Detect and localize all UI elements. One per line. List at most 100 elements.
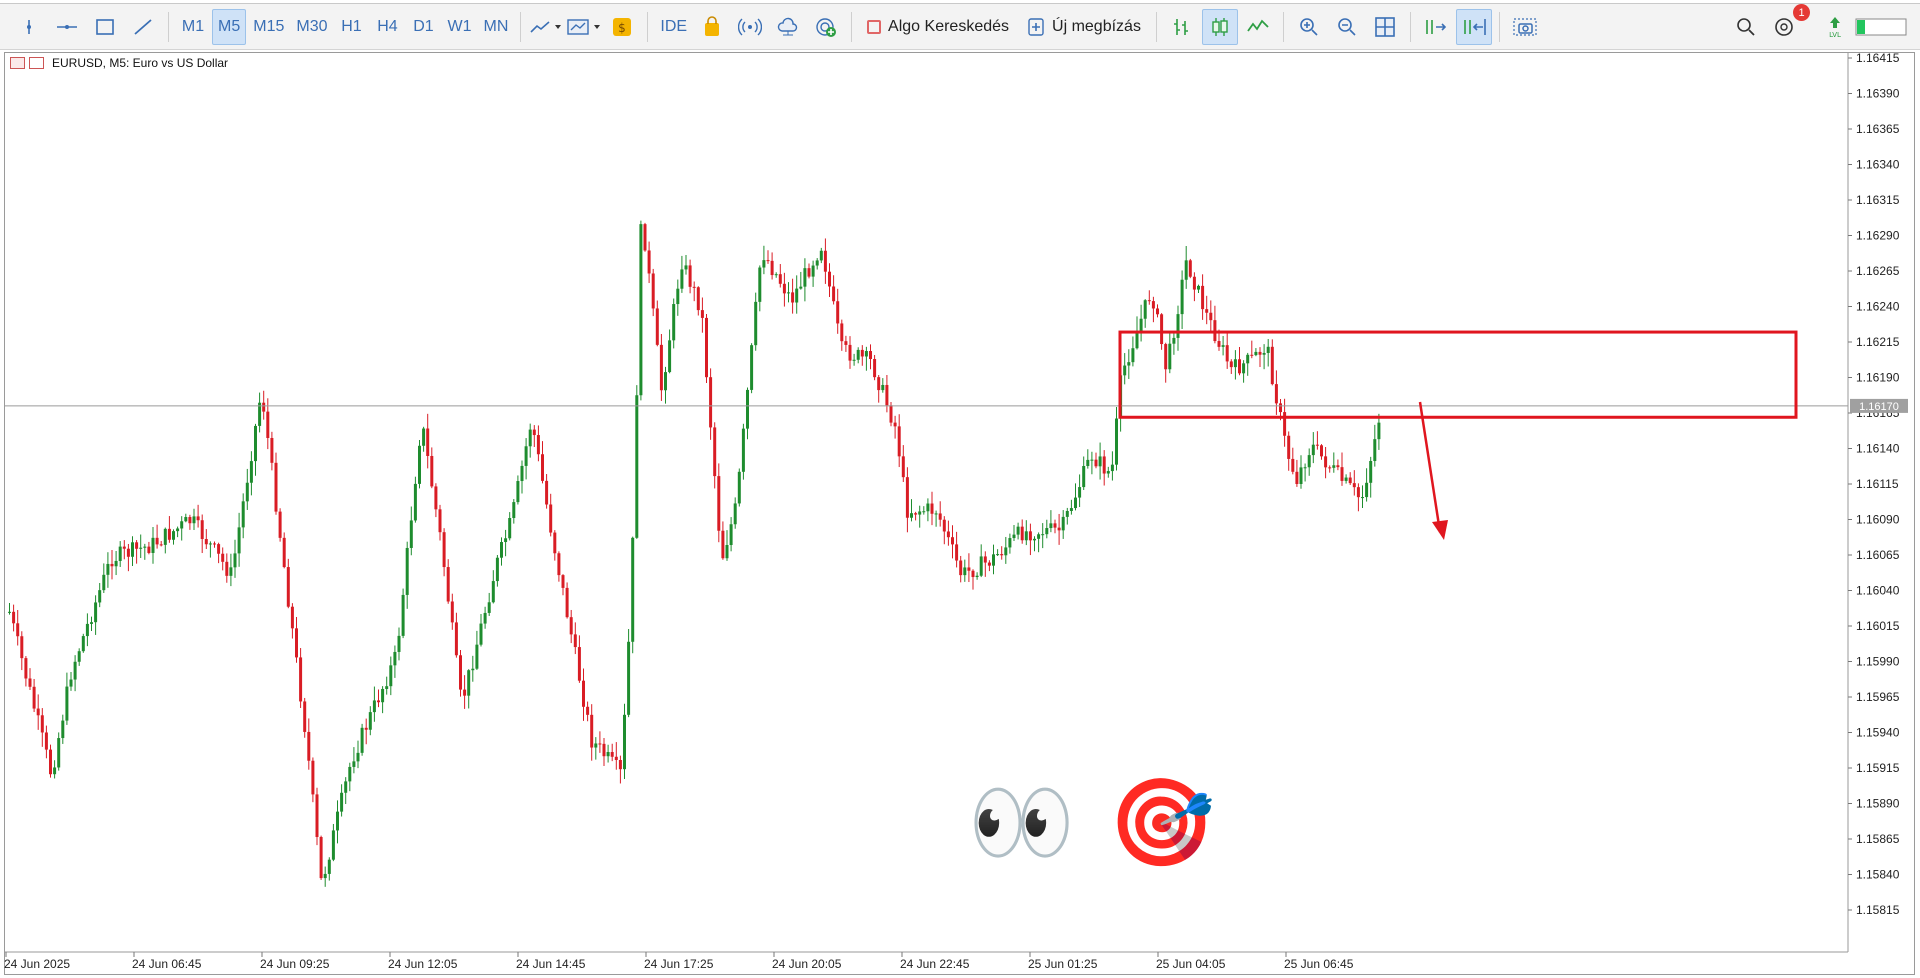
bear-candle: [590, 714, 594, 748]
bull-candle: [1299, 467, 1303, 484]
bear-candle: [971, 570, 975, 578]
bull-candle: [143, 546, 147, 548]
bear-candle: [16, 623, 20, 637]
bull-candle: [1184, 260, 1188, 280]
down-arrow-annotation[interactable]: [1418, 401, 1448, 540]
bear-candle: [860, 349, 864, 357]
bull-candle: [180, 521, 184, 529]
bull-candle: [729, 524, 733, 546]
bear-candle: [987, 562, 991, 566]
resistance-zone-rectangle[interactable]: [1118, 330, 1798, 419]
bear-candle: [213, 543, 216, 545]
bear-candle: [434, 486, 438, 510]
bear-candle: [885, 384, 889, 406]
bear-candle: [983, 556, 987, 563]
bear-candle: [204, 539, 208, 545]
bull-candle: [1065, 510, 1069, 517]
bull-candle: [192, 516, 196, 524]
bull-candle: [676, 288, 680, 305]
bull-candle: [799, 286, 803, 289]
bull-candle: [340, 792, 344, 812]
bear-candle: [217, 544, 221, 554]
bear-candle: [295, 628, 298, 658]
bear-candle: [692, 286, 696, 288]
price-tick-label: 1.16215: [1856, 335, 1900, 349]
bear-candle: [1328, 467, 1332, 469]
bull-candle: [1361, 497, 1364, 499]
bear-candle: [282, 537, 286, 568]
bull-candle: [520, 465, 524, 482]
bull-candle: [389, 665, 393, 687]
bull-candle: [172, 531, 175, 540]
bear-candle: [1156, 308, 1159, 315]
bull-candle: [90, 622, 93, 624]
bull-candle: [467, 670, 471, 696]
bull-candle: [926, 503, 930, 512]
bull-candle: [725, 545, 729, 559]
bull-candle: [249, 461, 253, 483]
bear-candle: [582, 680, 585, 707]
bull-candle: [979, 556, 983, 576]
bear-candle: [823, 250, 827, 272]
bear-candle: [643, 224, 647, 251]
bear-candle: [659, 344, 663, 391]
bull-candle: [627, 641, 631, 715]
bull-candle: [77, 651, 81, 662]
bear-candle: [647, 250, 651, 274]
price-tick-label: 1.16090: [1856, 513, 1900, 527]
bear-candle: [1324, 456, 1328, 468]
bull-candle: [1307, 455, 1311, 468]
bear-candle: [364, 727, 368, 730]
bull-candle: [1168, 343, 1172, 370]
bull-candle: [774, 274, 778, 276]
bear-candle: [1057, 527, 1061, 531]
bull-candle: [639, 224, 643, 396]
bear-candle: [155, 537, 159, 545]
bull-candle: [1012, 534, 1016, 539]
bull-candle: [65, 686, 69, 721]
bull-candle: [1369, 460, 1373, 483]
price-tick-label: 1.16240: [1856, 300, 1900, 314]
bear-candle: [20, 636, 24, 659]
bear-candle: [40, 715, 44, 733]
bear-candle: [721, 530, 725, 559]
price-tick-label: 1.16065: [1856, 548, 1900, 562]
bear-candle: [1205, 309, 1209, 313]
bear-candle: [1188, 260, 1192, 277]
chart-properties-icon: [29, 57, 44, 69]
bear-candle: [1352, 483, 1356, 488]
bull-candle: [487, 602, 491, 613]
bear-candle: [1340, 467, 1344, 481]
bull-candle: [491, 581, 495, 603]
bull-candle: [208, 543, 212, 545]
bull-candle: [184, 517, 188, 522]
bear-candle: [1229, 361, 1233, 368]
bull-candle: [1041, 534, 1045, 536]
bull-candle: [635, 395, 639, 538]
bull-candle: [409, 520, 413, 548]
bull-candle: [819, 250, 823, 261]
bear-candle: [1279, 403, 1282, 413]
bull-candle: [1016, 526, 1020, 535]
bear-candle: [549, 504, 553, 533]
bear-candle: [569, 617, 573, 635]
bull-candle: [1221, 345, 1225, 347]
bear-candle: [1291, 458, 1295, 472]
bear-candle: [893, 422, 897, 427]
bear-candle: [36, 708, 40, 716]
bull-candle: [1061, 516, 1065, 531]
bear-candle: [828, 271, 831, 287]
bear-candle: [717, 476, 721, 531]
price-chart[interactable]: 1.16415 1.16390 1.16365 1.16340 1.16315 1.162…: [0, 0, 1920, 978]
time-tick-label: 24 Jun 06:45: [132, 957, 202, 971]
time-tick-label: 25 Jun 06:45: [1284, 957, 1354, 971]
time-tick-label: 24 Jun 12:05: [388, 957, 458, 971]
bear-candle: [565, 587, 569, 618]
bull-candle: [1242, 363, 1246, 374]
bear-candle: [791, 292, 795, 303]
bear-candle: [446, 567, 450, 602]
bear-candle: [696, 287, 700, 311]
bull-candle: [787, 292, 790, 294]
bear-candle: [766, 260, 770, 262]
bull-candle: [733, 503, 737, 525]
